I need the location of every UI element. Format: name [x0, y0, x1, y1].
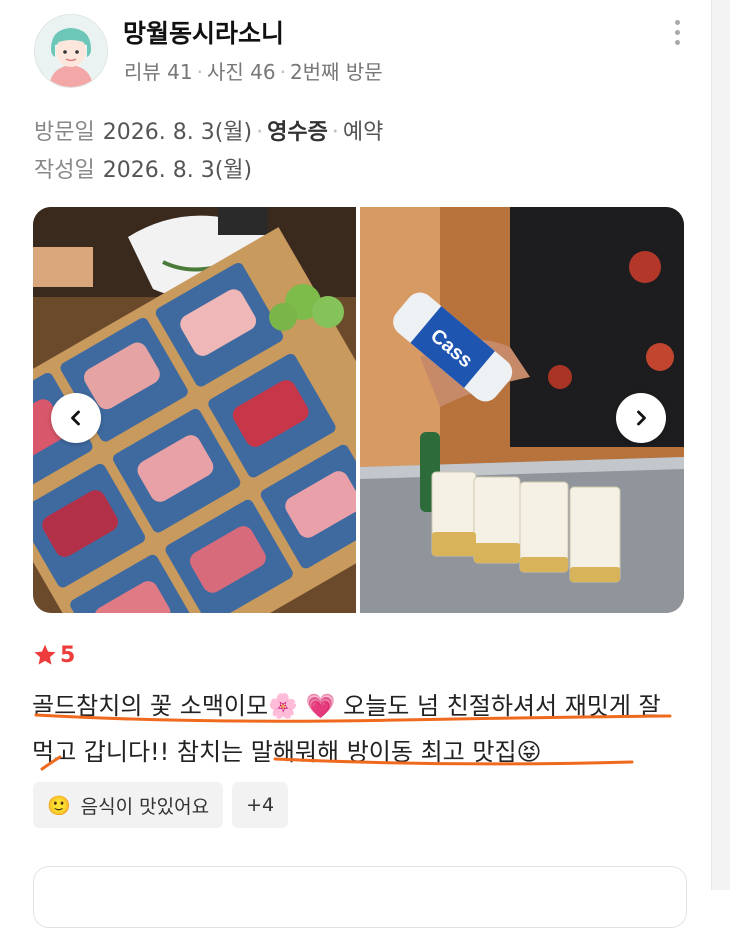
chevron-left-icon: [71, 410, 80, 426]
visit-count: 2번째 방문: [289, 60, 383, 84]
photo-next-button[interactable]: [616, 393, 666, 443]
avatar-illustration: [35, 15, 107, 87]
keyword-tags: 🙂 음식이 맛있어요 +4: [33, 782, 297, 828]
chevron-right-icon: [637, 410, 646, 426]
rating-value: 5: [60, 642, 76, 668]
more-vertical-icon: [668, 20, 686, 45]
photo-prev-button[interactable]: [51, 393, 101, 443]
smile-emoji-icon: 🙂: [47, 794, 71, 817]
written-info: 작성일 2026. 8. 3(월): [34, 152, 252, 184]
next-review-card[interactable]: [33, 866, 687, 928]
written-date: 2026. 8. 3(월): [102, 158, 253, 183]
star-icon: [34, 644, 56, 665]
more-options-button[interactable]: [668, 20, 686, 52]
tag-food-tasty[interactable]: 🙂 음식이 맛있어요: [33, 782, 224, 828]
pink-heart-emoji-icon: 💗: [305, 692, 336, 720]
tag-label: 음식이 맛있어요: [80, 795, 210, 818]
cherry-blossom-emoji-icon: 🌸: [268, 692, 298, 720]
tag-more-label: +4: [246, 794, 275, 816]
reservation-badge: 예약: [342, 120, 384, 145]
photo-count: 사진 46: [206, 60, 276, 84]
visit-date: 2026. 8. 3(월): [102, 120, 253, 145]
tag-more-button[interactable]: +4: [232, 782, 289, 828]
user-avatar[interactable]: [34, 14, 108, 88]
user-name[interactable]: 망월동시라소니: [123, 14, 284, 50]
user-stats: 리뷰 41 · 사진 46 · 2번째 방문: [124, 60, 383, 84]
review-body: 골드참치의 꽃 소맥이모🌸 💗 오늘도 넘 친절하셔서 재밋게 잘 먹고 갑니다…: [32, 683, 682, 775]
receipt-badge: 영수증: [267, 120, 328, 145]
review-text-part1: 골드참치의 꽃 소맥이모: [32, 692, 269, 720]
scrollbar-track[interactable]: [711, 0, 730, 890]
rating: 5: [32, 642, 75, 668]
tongue-out-emoji-icon: 😝: [516, 738, 542, 766]
visit-info: 방문일 2026. 8. 3(월) · 영수증 · 예약: [34, 120, 384, 145]
review-count: 리뷰 41: [124, 60, 193, 84]
visit-date-label: 방문일: [34, 120, 95, 145]
written-date-label: 작성일: [34, 158, 95, 183]
